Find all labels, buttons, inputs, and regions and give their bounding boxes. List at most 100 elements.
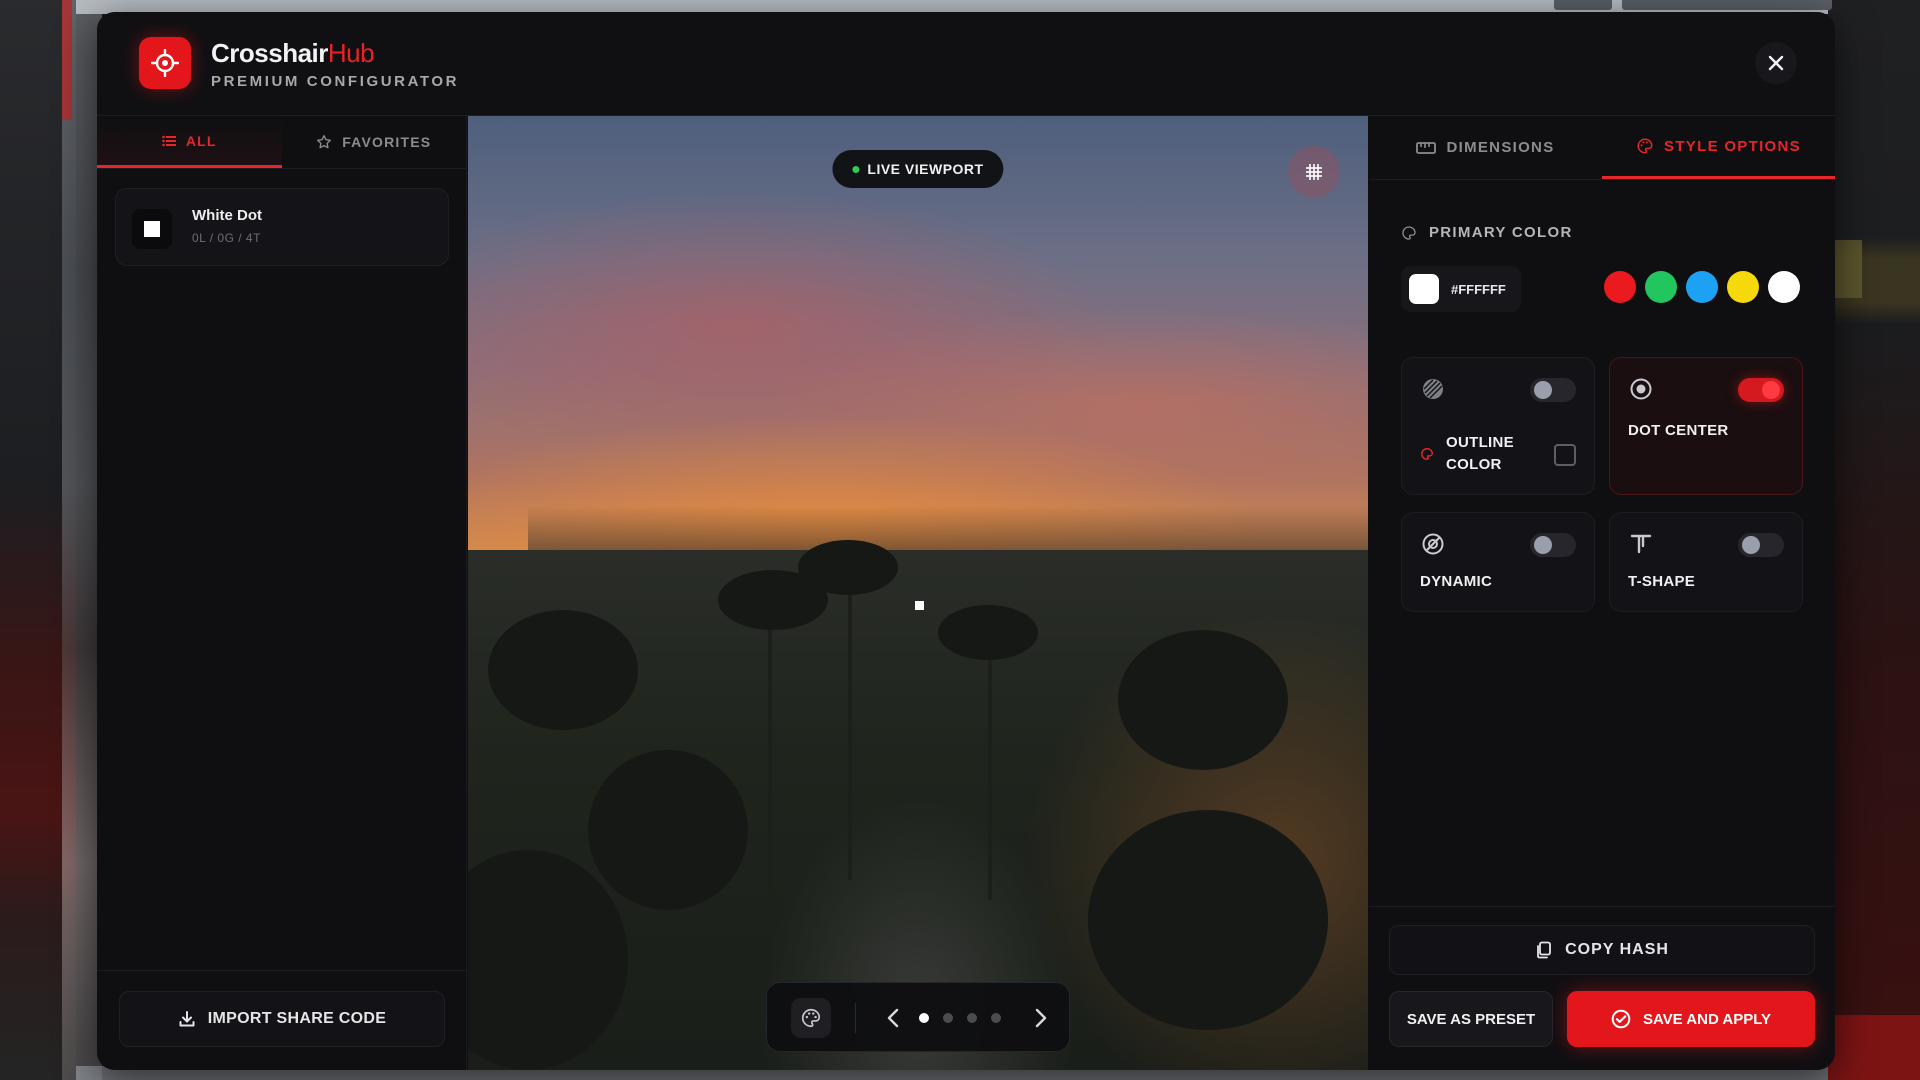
dynamic-label: DYNAMIC	[1420, 573, 1493, 590]
carousel-next-button[interactable]	[1029, 1003, 1053, 1033]
sidebar-tabs: ALL FAVORITES	[97, 116, 466, 169]
swatch-yellow[interactable]	[1727, 271, 1759, 303]
dot-center-option-card: DOT CENTER	[1609, 357, 1803, 495]
live-viewport: LIVE VIEWPORT	[468, 116, 1368, 1070]
backdrop-right-red	[1828, 1015, 1920, 1080]
app-title-main: Crosshair	[211, 38, 328, 68]
crosshair-preview-dot	[915, 601, 924, 610]
download-icon	[179, 1011, 195, 1027]
live-status-dot	[852, 165, 860, 173]
t-shape-label: T-SHAPE	[1628, 573, 1696, 590]
primary-color-hex: #FFFFFF	[1451, 281, 1506, 297]
backdrop-hud-chip	[1622, 0, 1832, 10]
tab-style-options[interactable]: STYLE OPTIONS	[1602, 116, 1835, 179]
dynamic-option-card: DYNAMIC	[1401, 512, 1595, 612]
preset-card-white-dot[interactable]: White Dot 0L / 0G / 4T	[115, 188, 449, 266]
palette-icon	[1637, 138, 1653, 154]
primary-color-swatch	[1409, 274, 1439, 304]
palette-icon	[1402, 225, 1416, 240]
primary-color-label: PRIMARY COLOR	[1429, 224, 1573, 241]
check-circle-icon	[1611, 1009, 1631, 1029]
ruler-icon	[1416, 141, 1437, 154]
tab-style-options-label: STYLE OPTIONS	[1664, 137, 1801, 155]
outline-color-label: OUTLINE COLOR	[1446, 432, 1514, 476]
app-title-accent: Hub	[327, 38, 375, 68]
tab-dimensions-label: DIMENSIONS	[1446, 139, 1555, 156]
tab-favorites[interactable]: FAVORITES	[282, 116, 467, 168]
app-subtitle: PREMIUM CONFIGURATOR	[211, 73, 460, 90]
swatch-green[interactable]	[1645, 271, 1677, 303]
settings-footer: COPY HASH SAVE AS PRESET SAVE AND APPLY	[1369, 906, 1835, 1070]
backdrop-left-building	[62, 0, 102, 1080]
dynamic-toggle[interactable]	[1530, 533, 1576, 557]
sidebar-footer: IMPORT SHARE CODE	[97, 970, 466, 1070]
dot-center-label: DOT CENTER	[1628, 422, 1729, 439]
live-viewport-label: LIVE VIEWPORT	[867, 161, 984, 177]
outline-color-checkbox[interactable]	[1554, 444, 1576, 466]
color-swatches	[1604, 271, 1800, 303]
backdrop-right	[1828, 0, 1920, 1080]
dynamic-icon	[1420, 531, 1446, 557]
save-and-apply-label: SAVE AND APPLY	[1642, 1010, 1772, 1028]
primary-color-picker[interactable]: #FFFFFF	[1401, 266, 1521, 312]
copy-hash-label: COPY HASH	[1565, 941, 1669, 958]
outline-color-row: OUTLINE COLOR	[1420, 432, 1514, 476]
preset-meta: 0L / 0G / 4T	[192, 231, 261, 245]
dot-circle-icon	[1628, 376, 1654, 402]
settings-panel: DIMENSIONS STYLE OPTIONS PRIMARY COLOR #…	[1369, 116, 1835, 1070]
carousel-dots	[919, 1013, 1001, 1023]
outline-label-line2: COLOR	[1446, 456, 1502, 473]
copy-icon	[1537, 941, 1551, 959]
star-icon	[317, 135, 332, 149]
grid-toggle-button[interactable]	[1288, 146, 1340, 198]
carousel-prev-button[interactable]	[881, 1003, 905, 1033]
tab-favorites-label: FAVORITES	[342, 134, 432, 150]
tab-all-label: ALL	[185, 132, 217, 149]
primary-color-heading: PRIMARY COLOR	[1401, 224, 1573, 241]
import-label: IMPORT SHARE CODE	[207, 1010, 387, 1027]
chevron-right-icon	[1035, 1008, 1047, 1028]
live-viewport-badge: LIVE VIEWPORT	[832, 150, 1004, 188]
list-icon	[162, 135, 176, 146]
dot-center-toggle[interactable]	[1738, 378, 1784, 402]
preset-name: White Dot	[192, 207, 262, 224]
background-carousel	[766, 982, 1070, 1052]
backdrop-red-strip	[62, 0, 72, 120]
import-share-code-button[interactable]: IMPORT SHARE CODE	[119, 991, 445, 1047]
crosshair-modal: CrosshairHub PREMIUM CONFIGURATOR ALL FA…	[97, 12, 1835, 1070]
carousel-dot-3[interactable]	[967, 1013, 977, 1023]
outline-option-card: OUTLINE COLOR	[1401, 357, 1595, 495]
t-shape-icon	[1628, 531, 1654, 557]
target-icon	[139, 37, 191, 89]
save-and-apply-button[interactable]: SAVE AND APPLY	[1567, 991, 1815, 1047]
swatch-red[interactable]	[1604, 271, 1636, 303]
carousel-dot-1[interactable]	[919, 1013, 929, 1023]
save-as-preset-button[interactable]: SAVE AS PRESET	[1389, 991, 1553, 1047]
carousel-dot-2[interactable]	[943, 1013, 953, 1023]
background-palette-button[interactable]	[791, 998, 831, 1038]
grid-icon	[1306, 164, 1322, 180]
hatched-circle-icon	[1420, 376, 1446, 402]
outline-toggle[interactable]	[1530, 378, 1576, 402]
settings-tabs: DIMENSIONS STYLE OPTIONS	[1369, 116, 1835, 180]
t-shape-toggle[interactable]	[1738, 533, 1784, 557]
t-shape-option-card: T-SHAPE	[1609, 512, 1803, 612]
save-as-preset-label: SAVE AS PRESET	[1406, 1010, 1536, 1028]
copy-hash-button[interactable]: COPY HASH	[1389, 925, 1815, 975]
chevron-left-icon	[887, 1008, 899, 1028]
palette-icon	[802, 1008, 821, 1028]
tab-all[interactable]: ALL	[97, 116, 282, 168]
tab-dimensions[interactable]: DIMENSIONS	[1369, 116, 1602, 179]
swatch-white[interactable]	[1768, 271, 1800, 303]
white-square-icon	[132, 209, 172, 249]
close-button[interactable]	[1755, 42, 1797, 84]
carousel-dot-4[interactable]	[991, 1013, 1001, 1023]
palette-icon	[1421, 448, 1433, 460]
outline-label-line1: OUTLINE	[1446, 434, 1514, 451]
preset-sidebar: ALL FAVORITES White Dot 0L / 0G / 4T IMP…	[97, 116, 467, 1070]
swatch-blue[interactable]	[1686, 271, 1718, 303]
close-icon	[1768, 55, 1784, 71]
backdrop-hud-chip	[1554, 0, 1612, 10]
app-title: CrosshairHub	[211, 38, 375, 69]
modal-header: CrosshairHub PREMIUM CONFIGURATOR	[97, 12, 1835, 116]
